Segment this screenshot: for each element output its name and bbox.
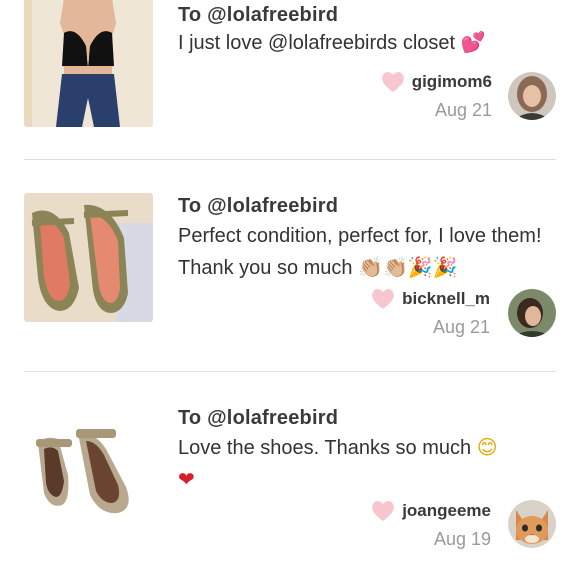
review-date: Aug 21: [434, 100, 492, 120]
product-photo-flats-icon: [24, 405, 153, 534]
review-meta: joangeeme Aug 19: [370, 499, 491, 550]
user-avatar-icon: [508, 289, 556, 337]
review-item: To @lolafreebird Perfect condition, perf…: [0, 160, 580, 372]
clapping-party-emoji-icon: 👏🏼👏🏼🎉🎉: [358, 255, 458, 279]
two-hearts-emoji-icon: 💕: [460, 30, 486, 54]
recipient-label: To @lolafreebird: [178, 407, 339, 429]
red-heart-emoji-icon: ❤: [178, 467, 195, 491]
reviewer-username[interactable]: gigimom6: [412, 72, 492, 92]
cat-avatar-icon: [508, 500, 556, 548]
reviewer-username[interactable]: joangeeme: [402, 501, 491, 521]
review-date: Aug 21: [432, 317, 490, 337]
review-item: To @lolafreebird Love the shoes. Thanks …: [0, 372, 580, 580]
product-photo-bralette-icon: [24, 0, 153, 127]
product-thumbnail[interactable]: [24, 0, 153, 127]
review-item: To @lolafreebird I just love @lolafreebi…: [0, 0, 580, 160]
recipient-label: To @lolafreebird: [178, 195, 339, 217]
product-thumbnail[interactable]: [24, 405, 153, 534]
review-date: Aug 19: [433, 529, 491, 549]
heart-icon[interactable]: [370, 287, 396, 311]
review-text: Love the shoes. Thanks so much: [178, 437, 472, 459]
user-avatar-icon: [508, 72, 556, 120]
review-message: Perfect condition, perfect for, I love t…: [178, 221, 548, 284]
reviewer-avatar[interactable]: [508, 72, 556, 120]
smiling-face-emoji-icon: 😊: [476, 435, 498, 459]
reviewer-username[interactable]: bicknell_m: [402, 289, 490, 309]
product-thumbnail[interactable]: [24, 193, 153, 322]
recipient-label: To @lolafreebird: [178, 4, 339, 26]
reviewer-avatar[interactable]: [508, 500, 556, 548]
reviewer-avatar[interactable]: [508, 289, 556, 337]
heart-icon[interactable]: [380, 70, 406, 94]
review-message: I just love @lolafreebirds closet 💕: [178, 27, 548, 59]
product-photo-flats-icon: [24, 193, 153, 322]
review-text: I just love @lolafreebirds closet: [178, 32, 456, 54]
heart-icon[interactable]: [370, 499, 396, 523]
review-meta: bicknell_m Aug 21: [370, 287, 490, 338]
review-message: Love the shoes. Thanks so much 😊 ❤: [178, 432, 548, 496]
review-meta: gigimom6 Aug 21: [380, 70, 492, 121]
